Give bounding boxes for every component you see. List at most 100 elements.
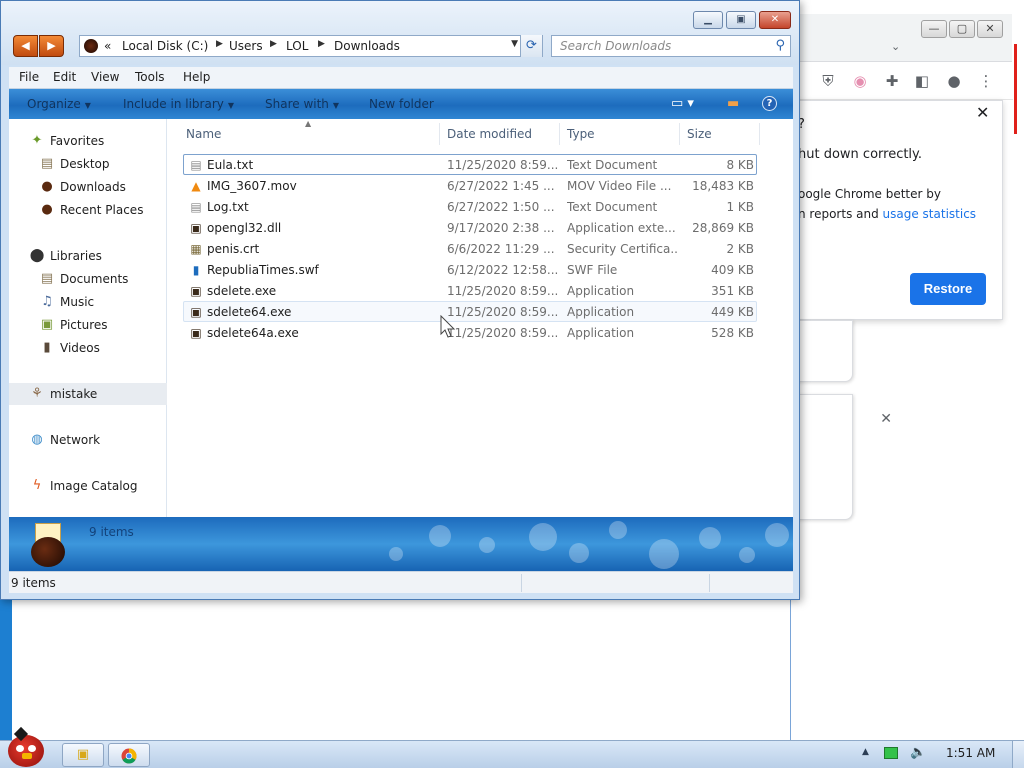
volume-icon[interactable]: 🔈 <box>910 745 926 760</box>
preview-pane-icon[interactable]: ▬ <box>727 96 739 111</box>
desktop-strip <box>790 0 1024 14</box>
music-icon: ♫ <box>41 294 53 309</box>
card-close-icon[interactable]: ✕ <box>880 411 892 427</box>
decorative-bubble <box>609 521 627 539</box>
recent-places-icon: ● <box>41 202 53 217</box>
nav-libraries[interactable]: ⬤ Libraries <box>9 245 167 267</box>
downloads-folder-icon: ● <box>41 179 53 194</box>
change-view-icon[interactable]: ▭ ▾ <box>671 96 694 111</box>
column-divider[interactable] <box>439 123 440 145</box>
side-panel-icon[interactable]: ◧ <box>911 70 933 92</box>
puzzle-extensions-icon[interactable]: ✚ <box>881 70 903 92</box>
chrome-titlebar[interactable]: — ▢ ✕ ⌄ <box>791 14 1024 62</box>
chrome-window[interactable]: — ▢ ✕ ⌄ ⛨ ◉ ✚ ◧ ● ⋮ ? ✕ hut down correct… <box>781 14 1024 740</box>
show-desktop-button[interactable] <box>1012 741 1024 768</box>
breadcrumb-lol[interactable]: LOL <box>286 39 308 53</box>
file-row[interactable]: ▤ Log.txt 6/27/2022 1:50 ... Text Docume… <box>183 196 757 217</box>
file-row[interactable]: ▣ sdelete64a.exe 11/25/2020 8:59... Appl… <box>183 322 757 343</box>
search-input[interactable]: Search Downloads ⚲ <box>551 35 791 57</box>
column-header-name[interactable]: Name <box>186 127 221 141</box>
chrome-minimize-button[interactable]: — <box>921 20 947 38</box>
videos-icon: ▮ <box>43 340 51 355</box>
mouse-cursor-icon <box>440 315 456 338</box>
nav-homegroup-mistake[interactable]: ⚘ mistake <box>9 383 167 405</box>
chrome-maximize-button[interactable]: ▢ <box>949 20 975 38</box>
ublock-icon[interactable]: ⛨ <box>817 70 839 92</box>
taskbar-chrome-icon[interactable] <box>108 743 150 767</box>
breadcrumb-separator-icon[interactable]: ▶ <box>318 39 325 49</box>
file-row[interactable]: ▣ sdelete64.exe 11/25/2020 8:59... Appli… <box>183 301 757 322</box>
search-icon[interactable]: ⚲ <box>775 38 785 53</box>
nav-pictures[interactable]: ▣ Pictures <box>9 314 167 336</box>
nav-image-catalog[interactable]: ϟ Image Catalog <box>9 475 167 497</box>
show-hidden-icons-icon[interactable]: ▲ <box>862 747 869 757</box>
breadcrumb-local-disk[interactable]: Local Disk (C:) <box>122 39 208 53</box>
breadcrumb-separator-icon[interactable]: ▶ <box>270 39 277 49</box>
back-button[interactable]: ◀ <box>13 35 38 57</box>
minimize-button[interactable]: ▁ <box>693 11 723 29</box>
column-divider[interactable] <box>759 123 760 145</box>
file-row[interactable]: ▮ RepubliaTimes.swf 6/12/2022 12:58... S… <box>183 259 757 280</box>
menu-file[interactable]: File <box>19 70 39 84</box>
nav-downloads[interactable]: ● Downloads <box>9 176 167 198</box>
text-file-icon: ▤ <box>190 200 202 214</box>
file-row[interactable]: ▲ IMG_3607.mov 6/27/2022 1:45 ... MOV Vi… <box>183 175 757 196</box>
clock[interactable]: 1:51 AM <box>946 746 995 760</box>
column-divider[interactable] <box>559 123 560 145</box>
folder-location-icon <box>84 39 98 53</box>
breadcrumb-overflow[interactable]: « <box>104 39 111 53</box>
nav-documents[interactable]: ▤ Documents <box>9 268 167 290</box>
breadcrumb-downloads[interactable]: Downloads <box>334 39 400 53</box>
nav-recent-places[interactable]: ● Recent Places <box>9 199 167 221</box>
nav-videos[interactable]: ▮ Videos <box>9 337 167 359</box>
pictures-icon: ▣ <box>40 317 54 332</box>
nav-music[interactable]: ♫ Music <box>9 291 167 313</box>
explorer-titlebar[interactable]: ▁ ▣ ✕ ◀ ▶ « Local Disk (C:) ▶ Users ▶ LO… <box>1 1 799 65</box>
column-header-date[interactable]: Date modified <box>447 127 532 141</box>
close-button[interactable]: ✕ <box>759 11 791 29</box>
menu-tools[interactable]: Tools <box>135 70 165 84</box>
status-item-count: 9 items <box>11 576 56 590</box>
maximize-button[interactable]: ▣ <box>726 11 756 29</box>
file-row[interactable]: ▤ Eula.txt 11/25/2020 8:59... Text Docum… <box>183 154 757 175</box>
nav-favorites[interactable]: ✦ Favorites <box>9 130 167 152</box>
start-button-bird-icon[interactable] <box>2 726 48 768</box>
organize-button[interactable]: Organize ▼ <box>27 97 91 111</box>
flag-extension-icon[interactable]: ◉ <box>849 70 871 92</box>
kebab-menu-icon[interactable]: ⋮ <box>975 70 997 92</box>
breadcrumb-users[interactable]: Users <box>229 39 263 53</box>
column-header-size[interactable]: Size <box>687 127 712 141</box>
menu-view[interactable]: View <box>91 70 119 84</box>
refresh-icon[interactable]: ⟳ <box>520 35 542 57</box>
exe-file-icon: ▣ <box>190 284 202 298</box>
nav-desktop[interactable]: ▤ Desktop <box>9 153 167 175</box>
desktop-icon: ▤ <box>40 156 54 171</box>
chrome-close-button[interactable]: ✕ <box>977 20 1003 38</box>
popup-close-icon[interactable]: ✕ <box>976 103 989 122</box>
nav-network[interactable]: ◍ Network <box>9 429 167 451</box>
file-row[interactable]: ▣ sdelete.exe 11/25/2020 8:59... Applica… <box>183 280 757 301</box>
menu-edit[interactable]: Edit <box>53 70 76 84</box>
breadcrumb-separator-icon[interactable]: ▶ <box>216 39 223 49</box>
column-header-type[interactable]: Type <box>567 127 595 141</box>
file-row[interactable]: ▦ penis.crt 6/6/2022 11:29 ... Security … <box>183 238 757 259</box>
file-row[interactable]: ▣ opengl32.dll 9/17/2020 2:38 ... Applic… <box>183 217 757 238</box>
column-divider[interactable] <box>679 123 680 145</box>
explorer-window[interactable]: ▁ ▣ ✕ ◀ ▶ « Local Disk (C:) ▶ Users ▶ LO… <box>0 0 800 600</box>
menu-help[interactable]: Help <box>183 70 210 84</box>
share-with-button[interactable]: Share with ▼ <box>265 97 339 111</box>
new-folder-button[interactable]: New folder <box>369 97 434 111</box>
forward-button[interactable]: ▶ <box>39 35 64 57</box>
address-bar[interactable]: « Local Disk (C:) ▶ Users ▶ LOL ▶ Downlo… <box>79 35 543 57</box>
network-tray-icon[interactable] <box>884 747 898 759</box>
restore-button[interactable]: Restore <box>910 273 986 305</box>
profile-avatar-icon[interactable]: ● <box>943 70 965 92</box>
background-page-edge <box>1012 14 1024 134</box>
taskbar-explorer-icon[interactable]: ▣ <box>62 743 104 767</box>
homegroup-icon: ⚘ <box>31 386 43 401</box>
address-dropdown-icon[interactable]: ▼ <box>511 39 518 49</box>
help-icon[interactable]: ? <box>762 96 777 111</box>
chevron-down-icon[interactable]: ⌄ <box>891 40 900 53</box>
include-in-library-button[interactable]: Include in library ▼ <box>123 97 234 111</box>
usage-statistics-link[interactable]: usage statistics <box>883 207 977 221</box>
